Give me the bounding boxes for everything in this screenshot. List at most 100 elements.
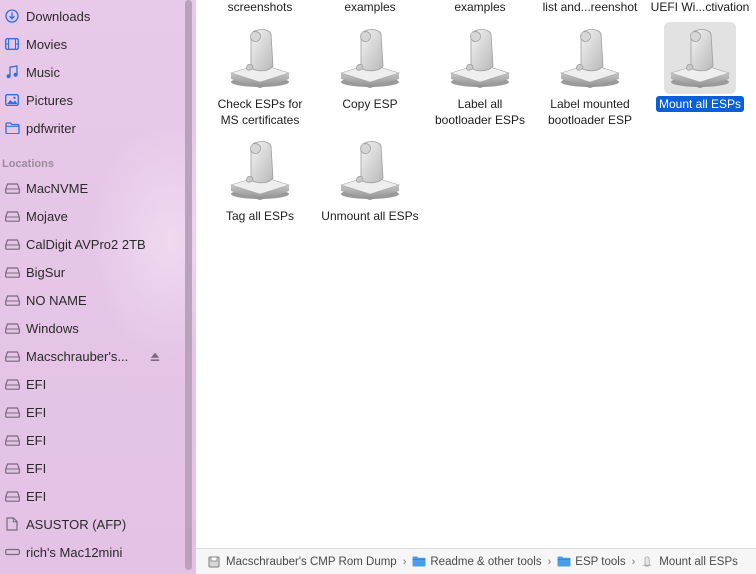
sidebar-item-label: ASUSTOR (AFP): [26, 516, 127, 532]
sidebar-item-label: CalDigit AVPro2 2TB: [26, 236, 146, 252]
folder-icon: [412, 556, 426, 568]
sidebar-item-downloads[interactable]: Downloads: [0, 2, 180, 30]
sidebar-item-caldigit[interactable]: CalDigit AVPro2 2TB: [0, 230, 180, 258]
sidebar-item-label: MacNVME: [26, 180, 89, 196]
sidebar-item-macschrauber[interactable]: Macschrauber's...: [0, 342, 180, 370]
sidebar-item-asustor[interactable]: ASUSTOR (AFP): [0, 510, 180, 538]
sidebar-item-no-name[interactable]: NO NAME: [0, 286, 180, 314]
sidebar-item-label: Downloads: [26, 8, 91, 24]
file-item-unmount-all[interactable]: Unmount all ESPs: [315, 134, 425, 234]
file-item-tag-all[interactable]: Tag all ESPs: [205, 134, 315, 234]
sidebar-item-label: EFI: [26, 460, 47, 476]
script-icon: [224, 22, 296, 94]
drive-icon: [4, 348, 20, 364]
path-separator: ›: [402, 555, 407, 568]
eject-icon[interactable]: [150, 350, 160, 361]
film-icon: [4, 36, 20, 52]
sidebar-item-bigsur[interactable]: BigSur: [0, 258, 180, 286]
file-name: Mount all ESPs: [639, 96, 756, 112]
script-icon: [641, 556, 655, 568]
sidebar-item-efi-1[interactable]: EFI: [0, 370, 180, 398]
sidebar-item-windows[interactable]: Windows: [0, 314, 180, 342]
file-icon-view[interactable]: screenshots examples examples list and..…: [196, 0, 756, 548]
sidebar-item-label: EFI: [26, 376, 47, 392]
drive-icon: [4, 320, 20, 336]
drive-icon: [4, 432, 20, 448]
sidebar-item-efi-4[interactable]: EFI: [0, 454, 180, 482]
disk-icon: [208, 556, 222, 568]
sidebar-item-efi-5[interactable]: EFI: [0, 482, 180, 510]
sidebar: Downloads Movies Music Pictures pdfwrite…: [0, 0, 196, 574]
file-item-check-esps[interactable]: Check ESPs for MS certificates: [205, 22, 315, 127]
sidebar-item-label: Music: [26, 64, 60, 80]
sidebar-item-label: EFI: [26, 404, 47, 420]
sidebar-item-mojave[interactable]: Mojave: [0, 202, 180, 230]
display-icon: [4, 544, 20, 560]
file-name: Check ESPs for MS certificates: [217, 97, 303, 127]
sidebar-item-label: pdfwriter: [26, 120, 76, 136]
path-crumb-readme[interactable]: Readme & other tools: [412, 556, 542, 568]
path-bar: Macschrauber's CMP Rom Dump › Readme & o…: [196, 548, 756, 574]
photo-icon: [4, 92, 20, 108]
script-icon: [664, 22, 736, 94]
sidebar-item-movies[interactable]: Movies: [0, 30, 180, 58]
drive-icon: [4, 236, 20, 252]
path-separator: ›: [631, 555, 636, 568]
script-icon: [554, 22, 626, 94]
file-label-partial[interactable]: list and...reenshot: [535, 0, 645, 14]
sidebar-item-efi-2[interactable]: EFI: [0, 398, 180, 426]
file-name: Label mounted bootloader ESP: [547, 97, 633, 127]
locations-heading: Locations: [2, 158, 54, 170]
download-circle-icon: [4, 8, 20, 24]
drive-icon: [4, 488, 20, 504]
sidebar-item-label: Pictures: [26, 92, 73, 108]
file-label-partial[interactable]: screenshots: [205, 0, 315, 14]
drive-icon: [4, 264, 20, 280]
sidebar-item-label: NO NAME: [26, 292, 87, 308]
folder-icon: [557, 556, 571, 568]
document-icon: [4, 516, 20, 532]
script-icon: [334, 22, 406, 94]
sidebar-item-macnvme[interactable]: MacNVME: [0, 174, 180, 202]
sidebar-item-music[interactable]: Music: [0, 58, 180, 86]
drive-icon: [4, 180, 20, 196]
drive-icon: [4, 376, 20, 392]
sidebar-item-pdfwriter[interactable]: pdfwriter: [0, 114, 180, 142]
folder-icon: [4, 120, 20, 136]
path-crumb-mount-all[interactable]: Mount all ESPs: [641, 556, 738, 568]
music-note-icon: [4, 64, 20, 80]
file-name: Unmount all ESPs: [321, 209, 419, 223]
file-label-partial[interactable]: examples: [315, 0, 425, 14]
sidebar-scrollbar[interactable]: [185, 0, 192, 570]
script-icon: [224, 134, 296, 206]
sidebar-item-label: BigSur: [26, 264, 66, 280]
sidebar-item-label: Windows: [26, 320, 79, 336]
sidebar-item-efi-3[interactable]: EFI: [0, 426, 180, 454]
drive-icon: [4, 404, 20, 420]
sidebar-item-label: rich's Mac12mini: [26, 544, 123, 560]
file-label-partial[interactable]: examples: [425, 0, 535, 14]
sidebar-item-label: EFI: [26, 488, 47, 504]
file-name: Label all bootloader ESPs: [434, 97, 526, 127]
sidebar-item-label: Movies: [26, 36, 68, 52]
script-icon: [444, 22, 516, 94]
file-item-label-all[interactable]: Label all bootloader ESPs: [425, 22, 535, 127]
script-icon: [334, 134, 406, 206]
sidebar-item-label: EFI: [26, 432, 47, 448]
path-crumb-esp-tools[interactable]: ESP tools: [557, 556, 626, 568]
drive-icon: [4, 460, 20, 476]
file-item-mount-all[interactable]: Mount all ESPs: [645, 22, 755, 122]
file-item-copy-esp[interactable]: Copy ESP: [315, 22, 425, 122]
drive-icon: [4, 208, 20, 224]
path-separator: ›: [547, 555, 552, 568]
file-item-label-mounted[interactable]: Label mounted bootloader ESP: [535, 22, 645, 127]
file-name: Copy ESP: [342, 97, 398, 111]
file-name: Tag all ESPs: [225, 209, 295, 223]
sidebar-item-label: Mojave: [26, 208, 68, 224]
sidebar-item-label: Macschrauber's...: [26, 348, 129, 364]
drive-icon: [4, 292, 20, 308]
sidebar-item-pictures[interactable]: Pictures: [0, 86, 180, 114]
file-label-partial[interactable]: UEFI Wi...ctivation: [645, 0, 755, 14]
sidebar-item-mac12mini[interactable]: rich's Mac12mini: [0, 538, 180, 566]
path-crumb-cmp-rom-dump[interactable]: Macschrauber's CMP Rom Dump: [208, 556, 397, 568]
